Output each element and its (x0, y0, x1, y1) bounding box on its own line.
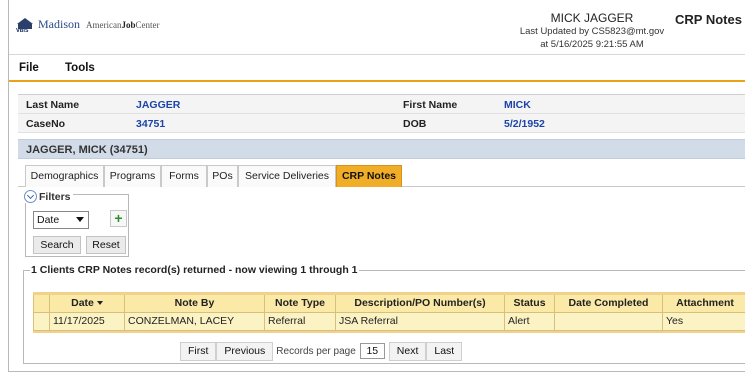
search-button[interactable]: Search (33, 236, 81, 254)
menubar: File Tools (9, 54, 745, 82)
grid-header-row: Date Note By Note Type Description/PO Nu… (33, 295, 745, 313)
logo-brand: Madison (38, 17, 80, 31)
record-info: MICK JAGGER Last Updated by CS5823@mt.go… (499, 12, 685, 51)
last-updated-timestamp: at 5/16/2025 9:21:55 AM (540, 39, 644, 50)
first-page-button[interactable]: First (180, 341, 217, 361)
col-date[interactable]: Date (49, 295, 124, 313)
col-attachment[interactable]: Attachment (662, 295, 745, 313)
reset-button[interactable]: Reset (86, 236, 126, 254)
page-title: CRP Notes (675, 12, 742, 27)
tab-bar: Demographics Programs Forms POs Service … (18, 163, 745, 187)
tab-forms[interactable]: Forms (161, 165, 207, 187)
filters-label: Filters (39, 190, 71, 203)
results-summary: 1 Clients CRP Notes record(s) returned -… (30, 264, 359, 276)
table-row[interactable]: 11/17/2025 CONZELMAN, LACEY Referral JSA… (33, 313, 745, 331)
cell-status: Alert (504, 313, 554, 331)
cell-attachment[interactable]: Yes (662, 313, 745, 331)
client-name: MICK JAGGER (550, 11, 634, 25)
sort-desc-icon (96, 301, 103, 306)
first-name-value: MICK (504, 99, 531, 111)
tab-demographics[interactable]: Demographics (25, 165, 104, 187)
cell-date: 11/17/2025 (49, 313, 124, 331)
notes-grid: Date Note By Note Type Description/PO Nu… (33, 292, 745, 333)
tab-crp-notes[interactable]: CRP Notes (336, 165, 402, 187)
col-note-by[interactable]: Note By (124, 295, 264, 313)
previous-page-button[interactable]: Previous (216, 341, 274, 361)
next-page-button[interactable]: Next (388, 341, 427, 361)
client-info-table: Last Name JAGGER First Name MICK CaseNo … (18, 94, 745, 133)
tab-service-deliveries[interactable]: Service Deliveries (238, 165, 336, 187)
case-no-label: CaseNo (26, 118, 66, 130)
last-page-button[interactable]: Last (426, 341, 463, 361)
filter-select-value: Date (37, 214, 60, 226)
row-selector[interactable] (33, 313, 49, 331)
case-no-value: 34751 (136, 118, 166, 130)
client-summary-bar: JAGGER, MICK (34751) (18, 139, 745, 159)
cell-date-completed (554, 313, 662, 331)
info-row-ids: CaseNo 34751 DOB 5/2/1952 (18, 114, 745, 133)
dob-value: 5/2/1952 (504, 118, 545, 130)
logo: VBIS Madison AmericanJobCenter (16, 17, 160, 34)
records-per-page-input[interactable]: 15 (359, 343, 385, 359)
chevron-down-icon (76, 217, 84, 222)
row-selector-header (33, 295, 49, 313)
col-date-completed[interactable]: Date Completed (554, 295, 662, 313)
menu-file[interactable]: File (19, 62, 39, 74)
menu-tools[interactable]: Tools (65, 62, 95, 74)
app-header: VBIS Madison AmericanJobCenter MICK JAGG… (9, 0, 745, 54)
add-filter-button[interactable]: + (110, 210, 127, 227)
col-note-type[interactable]: Note Type (264, 295, 335, 313)
records-per-page-label: Records per page (276, 345, 356, 357)
cell-note-type: Referral (264, 313, 335, 331)
tab-pos[interactable]: POs (207, 165, 238, 187)
cell-note-by: CONZELMAN, LACEY (124, 313, 264, 331)
cell-description: JSA Referral (335, 313, 504, 331)
filters-panel: Filters Date + Search Reset (24, 190, 129, 257)
filter-select[interactable]: Date (33, 211, 89, 229)
vbis-logo-icon: VBIS (16, 17, 34, 34)
last-name-value: JAGGER (136, 99, 181, 111)
collapse-chevron-icon[interactable] (24, 190, 37, 203)
col-description[interactable]: Description/PO Number(s) (335, 295, 504, 313)
client-summary: JAGGER, MICK (34751) (26, 144, 148, 156)
info-row-names: Last Name JAGGER First Name MICK (18, 95, 745, 114)
dob-label: DOB (403, 118, 427, 130)
last-name-label: Last Name (26, 99, 80, 111)
tab-programs[interactable]: Programs (104, 165, 161, 187)
first-name-label: First Name (403, 99, 458, 111)
logo-ajc: AmericanJobCenter (86, 19, 160, 30)
col-status[interactable]: Status (504, 295, 554, 313)
last-updated: Last Updated by CS5823@mt.gov (519, 26, 665, 37)
app-frame: VBIS Madison AmericanJobCenter MICK JAGG… (8, 0, 745, 372)
pager: First Previous Records per page 15 Next … (180, 341, 463, 361)
filters-legend[interactable]: Filters (24, 190, 73, 203)
